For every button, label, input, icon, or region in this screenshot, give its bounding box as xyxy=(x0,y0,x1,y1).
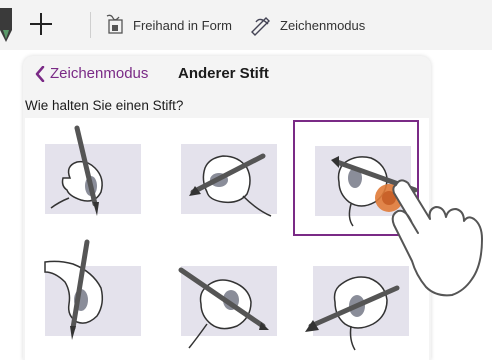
panel-header: Zeichenmodus Anderer Stift xyxy=(23,56,431,94)
grip-option-2[interactable] xyxy=(161,120,287,236)
grip-option-1[interactable] xyxy=(25,120,151,236)
touch-hand-icon xyxy=(391,179,483,297)
toolbar-divider xyxy=(90,12,91,38)
freehand-to-shape-button[interactable]: Freihand in Form xyxy=(105,11,232,39)
chevron-left-icon xyxy=(35,65,45,82)
pen-icon[interactable] xyxy=(0,8,14,42)
plus-icon[interactable] xyxy=(28,11,54,37)
back-button[interactable]: Zeichenmodus xyxy=(35,65,148,82)
pen-grip-diagonal-left-icon xyxy=(189,153,272,217)
pen-grip-diagonal-down-icon xyxy=(178,267,269,349)
question-label: Wie halten Sie einen Stift? xyxy=(25,98,184,113)
drawing-mode-label: Zeichenmodus xyxy=(280,17,366,33)
back-label: Zeichenmodus xyxy=(50,65,149,82)
pen-grip-grid xyxy=(25,118,429,360)
shape-convert-icon xyxy=(106,14,123,34)
freehand-label: Freihand in Form xyxy=(133,17,232,33)
pen-grip-vertical-hook-icon xyxy=(44,239,104,340)
pen-options-panel: Zeichenmodus Anderer Stift Wie halten Si… xyxy=(23,56,431,360)
grip-option-5[interactable] xyxy=(161,242,287,358)
drawing-mode-button[interactable]: Zeichenmodus xyxy=(250,11,365,39)
pen-grip-vertical-fist-icon xyxy=(50,125,103,216)
grip-option-4[interactable] xyxy=(25,239,151,358)
drawing-mode-icon xyxy=(251,17,270,36)
toolbar: Freihand in Form Zeichenmodus xyxy=(0,0,492,50)
panel-title: Anderer Stift xyxy=(178,65,269,82)
